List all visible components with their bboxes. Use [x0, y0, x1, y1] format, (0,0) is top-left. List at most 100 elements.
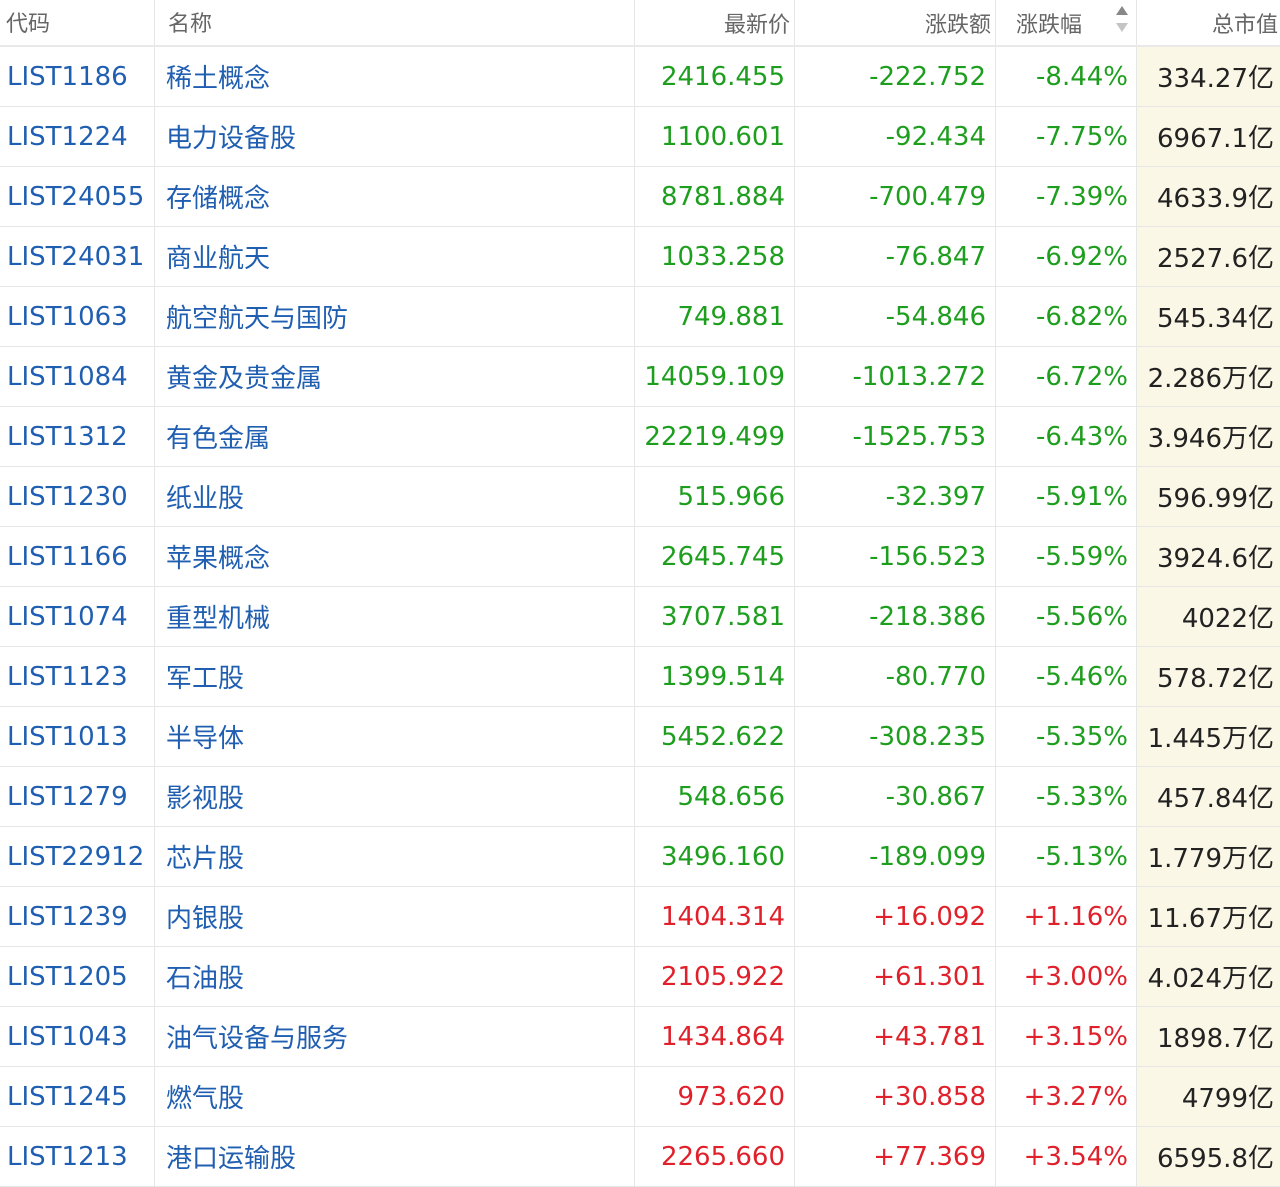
row-code[interactable]: LIST1074: [7, 602, 128, 632]
table-header: 代码 名称 最新价 涨跌额 涨跌幅 总市值: [0, 0, 1280, 47]
table-row[interactable]: LIST1279 影视股 548.656 -30.867 -5.33% 457.84亿: [0, 767, 1280, 827]
row-code[interactable]: LIST1123: [7, 662, 128, 692]
row-market-cap: 1.779万亿: [1147, 844, 1274, 874]
table-row[interactable]: LIST22912 芯片股 3496.160 -189.099 -5.13% 1.779万…: [0, 827, 1280, 887]
row-code[interactable]: LIST1279: [7, 782, 128, 812]
row-name[interactable]: 港口运输股: [166, 1138, 296, 1175]
sort-up-down-icon[interactable]: [1116, 6, 1128, 36]
row-change-cell: +16.092: [795, 887, 996, 946]
table-row[interactable]: LIST24055 存储概念 8781.884 -700.479 -7.39% 4633.…: [0, 167, 1280, 227]
table-row[interactable]: LIST1205 石油股 2105.922 +61.301 +3.00% 4.024万亿: [0, 947, 1280, 1007]
row-name[interactable]: 军工股: [166, 658, 244, 695]
table-row[interactable]: LIST1063 航空航天与国防 749.881 -54.846 -6.82% 545.3…: [0, 287, 1280, 347]
row-code[interactable]: LIST1166: [7, 542, 128, 572]
row-market-cap: 4.024万亿: [1147, 964, 1274, 994]
row-change-pct-cell: +3.00%: [996, 947, 1137, 1006]
row-name[interactable]: 内银股: [166, 898, 244, 935]
table-row[interactable]: LIST1239 内银股 1404.314 +16.092 +1.16% 11.67万亿: [0, 887, 1280, 947]
header-change-pct[interactable]: 涨跌幅: [996, 0, 1137, 45]
row-change-cell: -189.099: [795, 827, 996, 886]
row-code[interactable]: LIST1043: [7, 1022, 128, 1052]
table-row[interactable]: LIST1230 纸业股 515.966 -32.397 -5.91% 596.99亿: [0, 467, 1280, 527]
row-name[interactable]: 黄金及贵金属: [166, 358, 322, 395]
row-change-pct: +3.15%: [1023, 1021, 1128, 1052]
row-name[interactable]: 航空航天与国防: [166, 298, 348, 335]
row-name[interactable]: 半导体: [166, 718, 244, 755]
row-name[interactable]: 燃气股: [166, 1078, 244, 1115]
row-change-pct: +1.16%: [1023, 901, 1128, 932]
row-code[interactable]: LIST1084: [7, 362, 128, 392]
row-market-cap-cell: 3924.6亿: [1137, 527, 1280, 586]
row-name-cell: 燃气股: [155, 1067, 635, 1126]
row-name[interactable]: 影视股: [166, 778, 244, 815]
row-price: 1033.258: [660, 241, 785, 272]
row-market-cap: 457.84亿: [1157, 784, 1274, 814]
row-price-cell: 2645.745: [635, 527, 795, 586]
row-price: 8781.884: [660, 181, 785, 212]
header-name[interactable]: 名称: [155, 0, 635, 45]
row-code[interactable]: LIST1186: [7, 62, 128, 92]
row-name[interactable]: 有色金属: [166, 418, 270, 455]
sector-table: 代码 名称 最新价 涨跌额 涨跌幅 总市值 LIST1186 稀土概念 2416.4…: [0, 0, 1280, 1187]
row-name[interactable]: 商业航天: [166, 238, 270, 275]
row-market-cap-cell: 334.27亿: [1137, 47, 1280, 106]
row-market-cap-cell: 545.34亿: [1137, 287, 1280, 346]
row-change: -76.847: [885, 241, 986, 272]
row-change: +43.781: [873, 1021, 986, 1052]
row-name[interactable]: 存储概念: [166, 178, 270, 215]
row-price: 1404.314: [660, 901, 785, 932]
row-change-pct-cell: -7.75%: [996, 107, 1137, 166]
row-name[interactable]: 芯片股: [166, 838, 244, 875]
row-name[interactable]: 纸业股: [166, 478, 244, 515]
table-row[interactable]: LIST1123 军工股 1399.514 -80.770 -5.46% 578.72亿: [0, 647, 1280, 707]
header-code[interactable]: 代码: [0, 0, 155, 45]
row-name[interactable]: 重型机械: [166, 598, 270, 635]
row-change-pct: +3.00%: [1023, 961, 1128, 992]
row-name[interactable]: 电力设备股: [166, 118, 296, 155]
table-row[interactable]: LIST24031 商业航天 1033.258 -76.847 -6.92% 2527.6…: [0, 227, 1280, 287]
table-row[interactable]: LIST1084 黄金及贵金属 14059.109 -1013.272 -6.72% 2.…: [0, 347, 1280, 407]
table-row[interactable]: LIST1166 苹果概念 2645.745 -156.523 -5.59% 3924.6…: [0, 527, 1280, 587]
row-name[interactable]: 石油股: [166, 958, 244, 995]
row-code[interactable]: LIST1245: [7, 1082, 128, 1112]
row-name[interactable]: 苹果概念: [166, 538, 270, 575]
table-row[interactable]: LIST1245 燃气股 973.620 +30.858 +3.27% 4799亿: [0, 1067, 1280, 1127]
table-row[interactable]: LIST1186 稀土概念 2416.455 -222.752 -8.44% 334.27…: [0, 47, 1280, 107]
table-row[interactable]: LIST1312 有色金属 22219.499 -1525.753 -6.43% 3.94…: [0, 407, 1280, 467]
row-change-pct: +3.54%: [1023, 1141, 1128, 1172]
table-row[interactable]: LIST1043 油气设备与服务 1434.864 +43.781 +3.15% 1898…: [0, 1007, 1280, 1067]
row-change: +16.092: [873, 901, 986, 932]
row-code[interactable]: LIST1312: [7, 422, 128, 452]
row-code[interactable]: LIST1013: [7, 722, 128, 752]
table-row[interactable]: LIST1013 半导体 5452.622 -308.235 -5.35% 1.445万亿: [0, 707, 1280, 767]
row-change: +30.858: [873, 1081, 986, 1112]
header-market-cap[interactable]: 总市值: [1137, 0, 1280, 45]
table-row[interactable]: LIST1213 港口运输股 2265.660 +77.369 +3.54% 6595.8…: [0, 1127, 1280, 1187]
row-code[interactable]: LIST1063: [7, 302, 128, 332]
row-code[interactable]: LIST1224: [7, 122, 128, 152]
row-market-cap: 334.27亿: [1157, 64, 1274, 94]
row-name[interactable]: 稀土概念: [166, 58, 270, 95]
row-code[interactable]: LIST24055: [7, 182, 144, 212]
row-market-cap-cell: 1.445万亿: [1137, 707, 1280, 766]
row-code[interactable]: LIST24031: [7, 242, 144, 272]
row-name[interactable]: 油气设备与服务: [166, 1018, 348, 1055]
row-name-cell: 商业航天: [155, 227, 635, 286]
row-code[interactable]: LIST1239: [7, 902, 128, 932]
row-change-pct-cell: -6.82%: [996, 287, 1137, 346]
table-row[interactable]: LIST1074 重型机械 3707.581 -218.386 -5.56% 4022亿: [0, 587, 1280, 647]
row-change-pct: -5.91%: [1036, 481, 1128, 512]
header-change[interactable]: 涨跌额: [795, 0, 996, 45]
row-code[interactable]: LIST1230: [7, 482, 128, 512]
row-market-cap-cell: 4022亿: [1137, 587, 1280, 646]
row-code[interactable]: LIST1205: [7, 962, 128, 992]
row-code[interactable]: LIST22912: [7, 842, 144, 872]
table-row[interactable]: LIST1224 电力设备股 1100.601 -92.434 -7.75% 6967.1…: [0, 107, 1280, 167]
row-code-cell: LIST1013: [0, 707, 155, 766]
row-market-cap-cell: 1898.7亿: [1137, 1007, 1280, 1066]
row-change-pct-cell: -7.39%: [996, 167, 1137, 226]
header-price[interactable]: 最新价: [635, 0, 795, 45]
row-change-pct-cell: +1.16%: [996, 887, 1137, 946]
row-code-cell: LIST1123: [0, 647, 155, 706]
row-code[interactable]: LIST1213: [7, 1142, 128, 1172]
